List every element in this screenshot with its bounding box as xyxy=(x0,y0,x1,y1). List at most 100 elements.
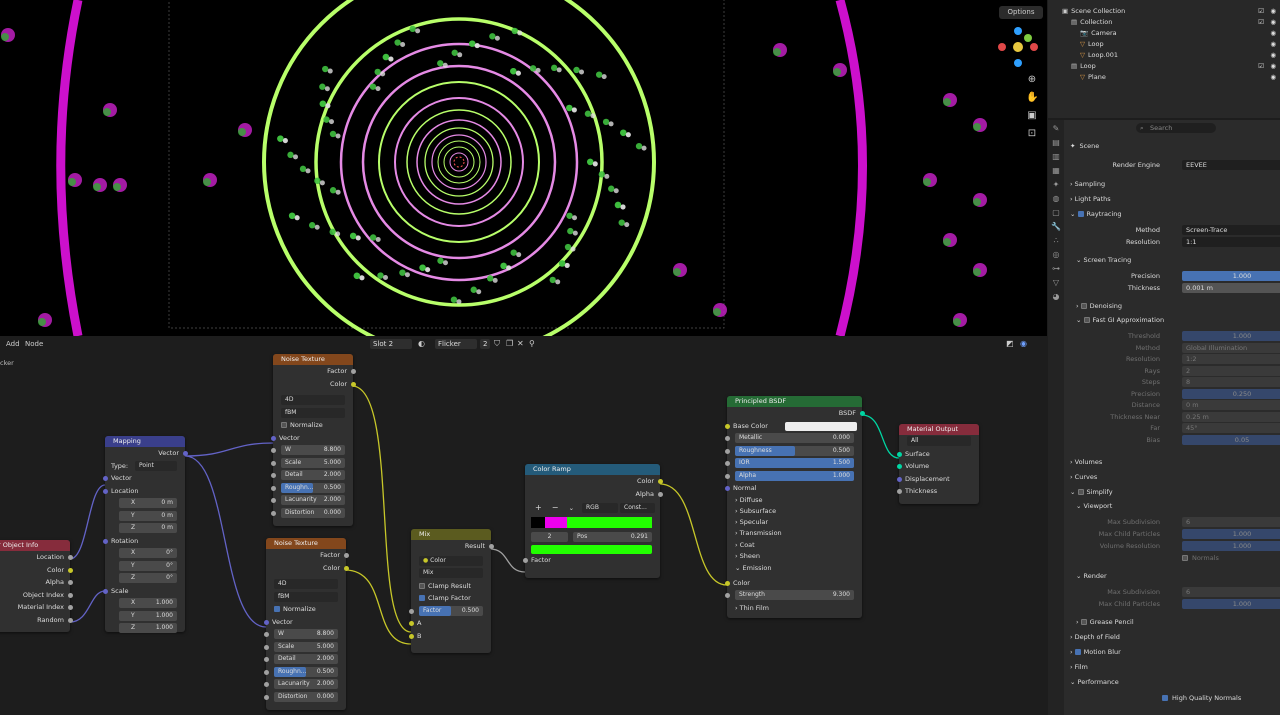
mix-node[interactable]: Mix Result ● Color Mix Clamp Result Clam… xyxy=(408,529,494,653)
material-users-count[interactable]: 2 xyxy=(480,339,490,349)
property-field[interactable]: 0.250 xyxy=(1182,388,1280,399)
outliner-item[interactable]: ▽ Plane ◉ xyxy=(1048,72,1280,83)
object-info-node[interactable]: r Object Info Location Color Alpha Object I… xyxy=(0,540,73,632)
checkbox-icon[interactable]: ☑ xyxy=(1258,17,1264,28)
eye-icon[interactable]: ◉ xyxy=(1270,28,1276,39)
eye-icon[interactable]: ◉ xyxy=(1270,72,1276,83)
input-roughness[interactable]: Roughness 0.500 xyxy=(724,445,862,458)
clamp-result-checkbox[interactable]: Clamp Result xyxy=(411,580,491,593)
input-roughn[interactable]: Roughn... 0.500 xyxy=(270,482,353,495)
outliner-item[interactable]: 📷 Camera ◉ xyxy=(1048,28,1280,39)
stop-index-field[interactable]: 2 xyxy=(531,531,568,542)
blend-mode-dropdown[interactable]: Mix xyxy=(419,568,483,578)
property-field[interactable]: Screen-Trace xyxy=(1182,225,1280,235)
panel-transmission[interactable]: › Transmission xyxy=(727,528,862,539)
3d-viewport[interactable]: Options ⊕ ✋ ▣ ⊡ xyxy=(0,0,1047,336)
vector-component-field[interactable]: Z 1.000 xyxy=(105,622,185,635)
base-color-input[interactable]: Base Color xyxy=(724,420,862,433)
property-field[interactable]: 1.000 xyxy=(1182,599,1280,609)
property-field[interactable]: 0.25 m xyxy=(1182,411,1280,422)
material-output-node[interactable]: Material Output All Surface Volume Displac… xyxy=(896,424,979,504)
normals-checkbox[interactable]: Normals xyxy=(1070,552,1280,564)
input-ior[interactable]: IOR 1.500 xyxy=(724,457,862,470)
panel-sheen[interactable]: › Sheen xyxy=(727,551,862,562)
property-field[interactable]: 1.000 xyxy=(1182,271,1280,281)
add-stop-button[interactable]: + xyxy=(535,503,542,512)
vector-component-field[interactable]: X 0° xyxy=(105,547,185,560)
vector-component-field[interactable]: Z 0° xyxy=(105,572,185,585)
interpolation-dropdown[interactable]: Const... xyxy=(620,503,655,513)
eye-icon[interactable]: ◉ xyxy=(1270,61,1276,72)
panel-coat[interactable]: › Coat xyxy=(727,540,862,551)
eye-icon[interactable]: ◉ xyxy=(1270,50,1276,61)
snap-icon[interactable]: ◉ xyxy=(1020,339,1027,348)
property-field[interactable]: Global Illumination xyxy=(1182,342,1280,353)
property-field[interactable]: 1:2 xyxy=(1182,354,1280,364)
property-field[interactable]: 6 xyxy=(1182,587,1280,597)
clamp-factor-checkbox[interactable]: Clamp Factor xyxy=(411,592,491,605)
input-scale[interactable]: Scale 5.000 xyxy=(270,457,353,470)
color-ramp-bar[interactable] xyxy=(531,516,652,528)
principled-bsdf-node[interactable]: Principled BSDF BSDF Base Color Metallic… xyxy=(724,396,865,618)
input-roughn[interactable]: Roughn... 0.500 xyxy=(263,666,346,679)
chevron-down-icon[interactable]: ⌄ xyxy=(569,504,574,512)
input-distortion[interactable]: Distortion 0.000 xyxy=(270,507,353,520)
vector-component-field[interactable]: Z0 m xyxy=(105,522,185,535)
noise-texture-node-2[interactable]: Noise Texture Factor Color 4D fBM Normal… xyxy=(263,538,349,710)
dimensions-dropdown[interactable]: 4D xyxy=(281,395,345,405)
hand-icon[interactable]: ✋ xyxy=(1026,92,1038,104)
property-field[interactable]: 0.001 m xyxy=(1182,283,1280,293)
pin-icon[interactable]: ⚲ xyxy=(529,339,535,348)
noise-type-dropdown[interactable]: fBM xyxy=(281,407,345,418)
panel-header[interactable]: › Volumes xyxy=(1070,455,1280,469)
properties-editor[interactable]: ✎ ▤ ▥ ▦ ✦ ◍ ▢ 🔧 ∴ ◎ ⊶ ▽ ◕ ⌕ Search ✦ Scene Render Engi… xyxy=(1048,120,1280,715)
vector-component-field[interactable]: X 1.000 xyxy=(105,597,185,610)
normalize-checkbox[interactable]: Normalize xyxy=(273,419,353,432)
input-lacunarity[interactable]: Lacunarity 2.000 xyxy=(263,678,346,691)
panel-header[interactable]: ⌄ Raytracing xyxy=(1070,207,1280,221)
vector-component-field[interactable]: X0 m xyxy=(105,497,185,510)
eye-icon[interactable]: ◉ xyxy=(1270,17,1276,28)
property-field[interactable]: 1.000 xyxy=(1182,529,1280,539)
input-lacunarity[interactable]: Lacunarity 2.000 xyxy=(270,494,353,507)
panel-header[interactable]: › Curves xyxy=(1070,470,1280,484)
property-field[interactable]: 45° xyxy=(1182,423,1280,433)
material-sphere-icon[interactable]: ◐ xyxy=(418,339,425,348)
property-field[interactable]: 1.000 xyxy=(1182,331,1280,341)
factor-field[interactable]: Factor 0.500 xyxy=(408,605,491,618)
emission-panel[interactable]: ⌄ Emission xyxy=(727,562,862,575)
duplicate-icon[interactable]: ❐ xyxy=(506,339,513,348)
vector-component-field[interactable]: Y 1.000 xyxy=(105,610,185,623)
options-button[interactable]: Options xyxy=(999,6,1043,19)
dimensions-dropdown[interactable]: 4D xyxy=(274,579,338,589)
panel-header[interactable]: › Grease Pencil xyxy=(1076,615,1280,629)
remove-stop-button[interactable]: − xyxy=(552,503,559,512)
data-type-dropdown[interactable]: ● Color xyxy=(419,555,483,566)
outliner-item[interactable]: ▽ Loop ◉ xyxy=(1048,39,1280,50)
outliner-item[interactable]: ▽ Loop.001 ◉ xyxy=(1048,50,1280,61)
material-name-field[interactable]: Flicker xyxy=(435,339,477,349)
close-icon[interactable]: ✕ xyxy=(517,339,524,348)
input-detail[interactable]: Detail 2.000 xyxy=(263,653,346,666)
input-distortion[interactable]: Distortion 0.000 xyxy=(263,691,346,704)
panel-header[interactable]: › Sampling xyxy=(1070,177,1280,191)
checkbox-icon[interactable]: ☑ xyxy=(1258,6,1264,17)
panel-header[interactable]: › Motion Blur xyxy=(1070,645,1280,659)
menu-node[interactable]: Node xyxy=(25,340,43,348)
camera-icon[interactable]: ▣ xyxy=(1026,110,1038,122)
vector-component-field[interactable]: Y0 m xyxy=(105,510,185,523)
noise-texture-node-1[interactable]: Noise Texture Factor Color 4D fBM Normal… xyxy=(270,354,356,526)
outliner[interactable]: ▣ Scene Collection ◉ ☑ ▤ Collection ◉ ☑ 📷 Camera ◉… xyxy=(1048,0,1280,118)
panel-header[interactable]: ⌄ Simplify xyxy=(1070,485,1280,499)
eye-icon[interactable]: ◉ xyxy=(1270,6,1276,17)
panel-diffuse[interactable]: › Diffuse xyxy=(727,495,862,506)
slot-select[interactable]: Slot 2 xyxy=(370,339,412,349)
lock-icon[interactable]: ⊡ xyxy=(1026,128,1038,140)
property-field[interactable]: 2 xyxy=(1182,365,1280,376)
zoom-icon[interactable]: ⊕ xyxy=(1026,74,1038,86)
property-field[interactable]: 0.05 xyxy=(1182,434,1280,445)
panel-header[interactable]: › Depth of Field xyxy=(1070,630,1280,644)
outliner-item[interactable]: ▣ Scene Collection ◉ ☑ xyxy=(1048,6,1280,17)
property-field[interactable]: 1.000 xyxy=(1182,541,1280,551)
panel-header[interactable]: › Denoising xyxy=(1076,299,1280,313)
